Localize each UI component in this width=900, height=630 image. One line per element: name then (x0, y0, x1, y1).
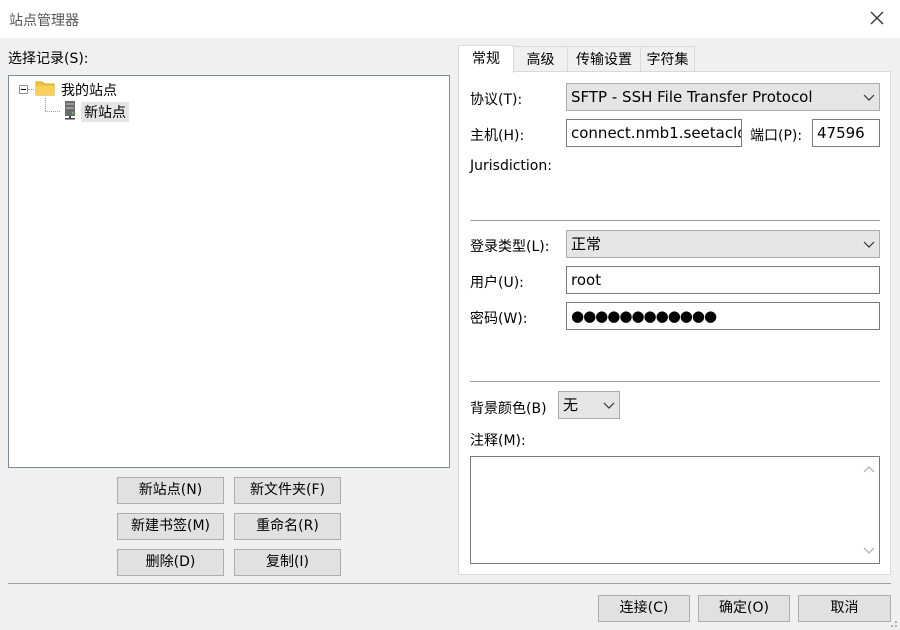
resize-grip-icon[interactable] (888, 618, 898, 628)
new-bookmark-button[interactable]: 新建书签(M) (117, 513, 224, 540)
tree-connector (45, 111, 60, 112)
delete-button[interactable]: 删除(D) (117, 549, 224, 576)
protocol-label: 协议(T): (470, 92, 523, 108)
new-site-button[interactable]: 新站点(N) (117, 477, 224, 504)
cancel-button[interactable]: 取消 (798, 595, 891, 622)
rename-button[interactable]: 重命名(R) (234, 513, 341, 540)
background-color-value: 无 (563, 396, 579, 414)
logon-type-value: 正常 (571, 235, 602, 253)
tree-connector (28, 89, 34, 90)
logon-type-select[interactable]: 正常 (566, 230, 880, 258)
separator (470, 220, 880, 221)
password-label: 密码(W): (470, 311, 528, 327)
copy-button[interactable]: 复制(I) (234, 549, 341, 576)
ok-button[interactable]: 确定(O) (698, 595, 790, 622)
protocol-select[interactable]: SFTP - SSH File Transfer Protocol (566, 83, 880, 111)
tree-item-new-site[interactable]: 新站点 (81, 102, 129, 122)
separator (470, 381, 880, 382)
folder-icon (35, 81, 55, 96)
title-bar: 站点管理器 (0, 0, 900, 38)
connect-button[interactable]: 连接(C) (598, 595, 690, 622)
port-label: 端口(P): (750, 128, 803, 144)
window-title: 站点管理器 (9, 13, 79, 29)
background-color-label: 背景颜色(B) (470, 401, 547, 417)
site-tree[interactable]: 我的站点 新站点 (8, 75, 450, 468)
collapse-toggle[interactable] (19, 85, 28, 94)
close-icon[interactable] (868, 9, 886, 27)
server-icon (65, 101, 75, 120)
port-input[interactable]: 47596 (812, 119, 880, 147)
chevron-down-icon (863, 94, 875, 101)
protocol-value: SFTP - SSH File Transfer Protocol (571, 88, 813, 106)
jurisdiction-label: Jurisdiction: (470, 158, 552, 174)
tab-charset[interactable]: 字符集 (640, 46, 695, 72)
user-input[interactable]: root (566, 266, 880, 294)
comments-label: 注释(M): (470, 433, 526, 449)
host-input[interactable]: connect.nmb1.seetaclo (566, 119, 742, 147)
select-entry-label: 选择记录(S): (8, 51, 89, 67)
tab-advanced[interactable]: 高级 (513, 46, 568, 72)
host-label: 主机(H): (470, 128, 525, 144)
tree-item-my-sites[interactable]: 我的站点 (61, 80, 117, 100)
scroll-up-icon[interactable] (863, 465, 875, 473)
tab-transfer-settings[interactable]: 传输设置 (567, 46, 641, 72)
scroll-down-icon[interactable] (863, 547, 875, 555)
password-input[interactable]: ●●●●●●●●●●●● (566, 302, 880, 330)
logon-type-label: 登录类型(L): (470, 239, 550, 255)
tree-connector (45, 98, 46, 111)
chevron-down-icon (603, 402, 615, 409)
chevron-down-icon (863, 241, 875, 248)
user-label: 用户(U): (470, 275, 524, 291)
tab-general[interactable]: 常规 (458, 45, 514, 73)
footer-separator (8, 583, 891, 584)
new-folder-button[interactable]: 新文件夹(F) (234, 477, 341, 504)
scrollbar[interactable] (859, 457, 879, 563)
comments-textarea[interactable] (470, 456, 880, 564)
background-color-select[interactable]: 无 (558, 391, 620, 419)
